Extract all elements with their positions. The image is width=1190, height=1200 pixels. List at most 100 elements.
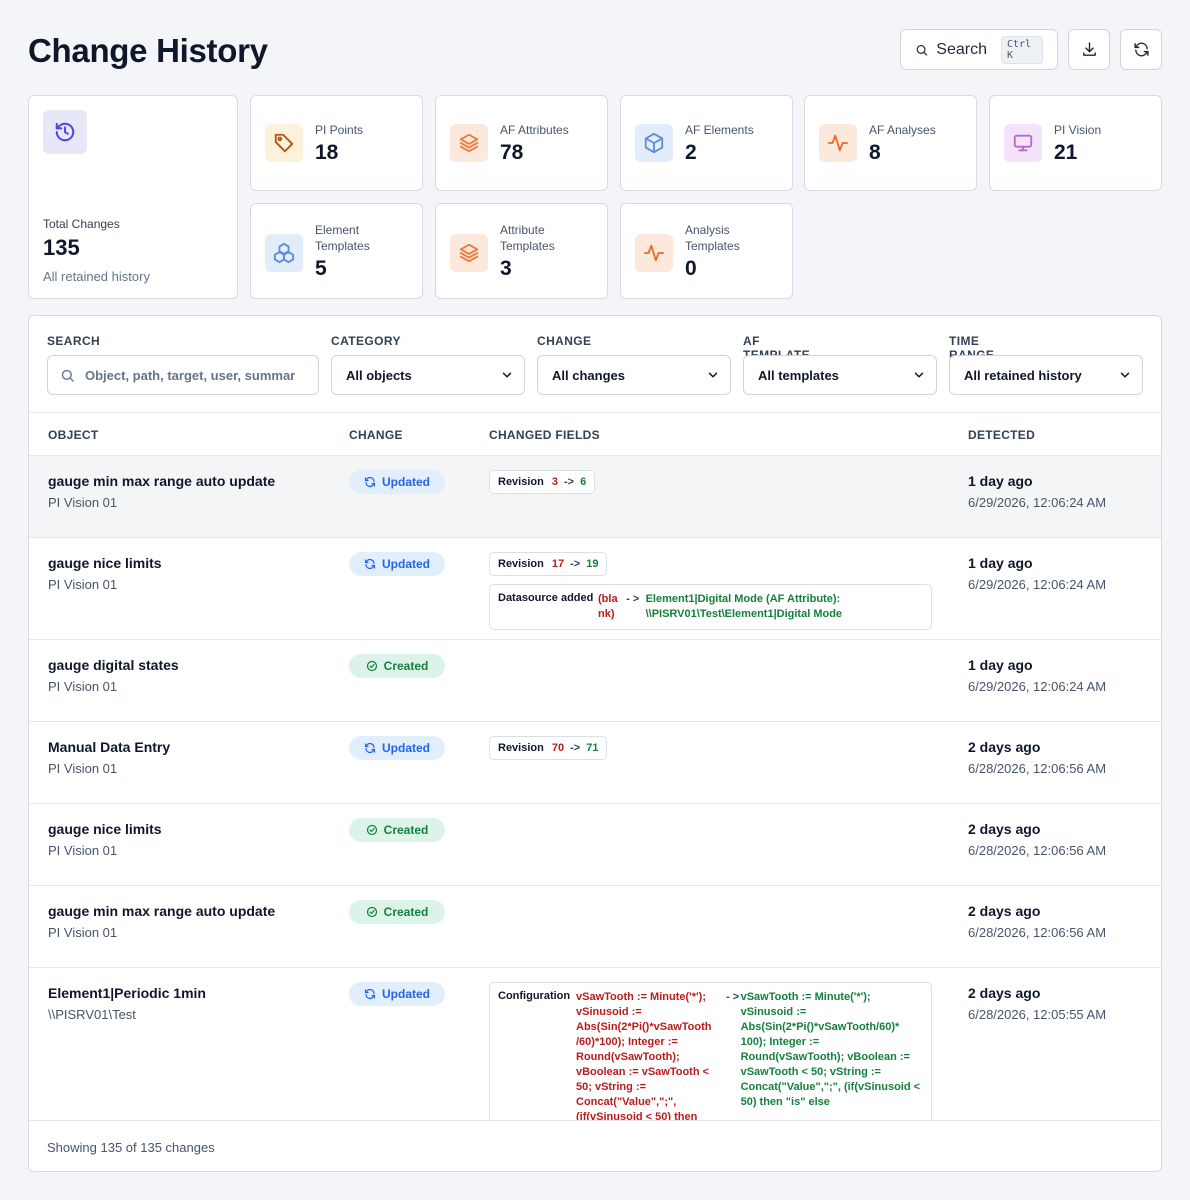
table-row[interactable]: gauge nice limits PI Vision 01 Created 2 da… (29, 804, 1161, 886)
download-button[interactable] (1068, 29, 1110, 70)
detected-timestamp: 6/29/2026, 12:06:24 AM (968, 577, 1107, 592)
change-badge: Created (349, 818, 445, 842)
total-changes-card: Total Changes 135 All retained history (28, 95, 238, 299)
stat-value: 18 (315, 141, 339, 164)
refresh-icon (364, 477, 376, 487)
object-name[interactable]: gauge min max range auto update (48, 473, 275, 489)
results-count: Showing 135 of 135 changes (47, 1139, 215, 1155)
detected-relative: 2 days ago (968, 821, 1041, 837)
stat-card-attribute-templates[interactable]: Attribute Templates 3 (435, 203, 608, 299)
stat-value: 3 (500, 257, 512, 280)
detected-timestamp: 6/28/2026, 12:06:56 AM (968, 925, 1107, 940)
stat-text: Attribute Templates 3 (500, 222, 590, 281)
total-changes-sub: All retained history (43, 269, 150, 284)
detected-relative: 2 days ago (968, 985, 1041, 1001)
change-badge: Updated (349, 470, 445, 494)
template-select[interactable]: All templates (743, 355, 937, 395)
stat-text: AF Elements 2 (685, 122, 754, 165)
cubes-icon (265, 234, 303, 272)
detected-relative: 1 day ago (968, 473, 1033, 489)
history-icon (43, 110, 87, 154)
table-row[interactable]: gauge digital states PI Vision 01 Created 1… (29, 640, 1161, 722)
search-filter: SEARCH (47, 334, 319, 395)
download-icon (1082, 42, 1096, 56)
pulse-icon (635, 234, 673, 272)
refresh-icon (364, 989, 376, 999)
change-select[interactable]: All changes (537, 355, 731, 395)
change-badge: Created (349, 900, 445, 924)
search-filter-label: SEARCH (47, 334, 101, 348)
chevron-down-icon (708, 372, 718, 378)
chevron-down-icon (914, 372, 924, 378)
datasource-chip: Datasource added (bla nk) - > Element1|D… (489, 584, 932, 630)
object-name[interactable]: gauge nice limits (48, 555, 162, 571)
stat-label: AF Attributes (500, 123, 569, 137)
chevron-down-icon (1120, 372, 1130, 378)
stat-card-element-templates[interactable]: Element Templates 5 (250, 203, 423, 299)
changed-field-chip: Revision 70 -> 71 (489, 736, 608, 760)
table-footer: Showing 135 of 135 changes (29, 1120, 1161, 1171)
detected-relative: 2 days ago (968, 739, 1041, 755)
stat-card-pi-vision[interactable]: PI Vision 21 (989, 95, 1162, 191)
stat-text: Analysis Templates 0 (685, 222, 775, 281)
change-badge: Updated (349, 552, 445, 576)
monitor-icon (1004, 124, 1042, 162)
detected-relative: 1 day ago (968, 555, 1033, 571)
search-input[interactable] (85, 367, 295, 383)
detected-relative: 2 days ago (968, 903, 1041, 919)
object-name[interactable]: Manual Data Entry (48, 739, 170, 755)
detected-timestamp: 6/29/2026, 12:06:24 AM (968, 679, 1107, 694)
page-title: Change History (28, 32, 268, 69)
stat-card-af-analyses[interactable]: AF Analyses 8 (804, 95, 977, 191)
refresh-icon (1133, 42, 1149, 57)
column-object[interactable]: OBJECT (48, 428, 98, 442)
time-range-select[interactable]: All retained history (949, 355, 1143, 395)
layers-icon (450, 124, 488, 162)
stat-label: AF Elements (685, 123, 754, 137)
search-shortcut: Ctrl K (1001, 35, 1043, 64)
change-badge: Updated (349, 736, 445, 760)
object-name[interactable]: gauge digital states (48, 657, 179, 673)
check-circle-icon (366, 660, 377, 672)
object-path: PI Vision 01 (48, 761, 118, 776)
object-name[interactable]: Element1|Periodic 1min (48, 985, 206, 1001)
detected-timestamp: 6/29/2026, 12:06:24 AM (968, 495, 1107, 510)
detected-timestamp: 6/28/2026, 12:05:55 AM (968, 1007, 1107, 1022)
pulse-icon (819, 124, 857, 162)
search-field[interactable] (47, 355, 319, 395)
changed-field-chip: Revision 3 -> 6 (489, 470, 596, 494)
stat-card-analysis-templates[interactable]: Analysis Templates 0 (620, 203, 793, 299)
global-search-button[interactable]: Search Ctrl K (900, 29, 1058, 70)
stat-text: PI Points 18 (315, 122, 363, 165)
search-button-label: Search (936, 40, 987, 58)
detected-timestamp: 6/28/2026, 12:06:56 AM (968, 843, 1107, 858)
category-select[interactable]: All objects (331, 355, 525, 395)
stat-card-pi-points[interactable]: PI Points 18 (250, 95, 423, 191)
refresh-button[interactable] (1120, 29, 1162, 70)
total-changes-label: Total Changes (43, 217, 120, 231)
stat-label: Element Templates (315, 223, 370, 253)
check-circle-icon (366, 824, 377, 836)
changed-field-chip: Revision 17 -> 19 (489, 552, 608, 576)
category-filter-label: CATEGORY (331, 334, 401, 348)
check-circle-icon (366, 906, 377, 918)
table-row[interactable]: gauge nice limits PI Vision 01 Updated Revi… (29, 538, 1161, 640)
table-row[interactable]: gauge min max range auto update PI Vision… (29, 886, 1161, 968)
table-row[interactable]: Manual Data Entry PI Vision 01 Updated Revi… (29, 722, 1161, 804)
stat-card-af-attributes[interactable]: AF Attributes 78 (435, 95, 608, 191)
stat-value: 2 (685, 141, 697, 164)
time-filter-label: TIME RANGE (949, 334, 994, 362)
changes-panel: SEARCH CATEGORY All objects CHANGE All c… (28, 315, 1162, 1172)
cube-icon (635, 124, 673, 162)
change-filter-label: CHANGE (537, 334, 592, 348)
table-row[interactable]: gauge min max range auto update PI Vision… (29, 456, 1161, 538)
column-detected[interactable]: DETECTED (968, 428, 1035, 442)
top-actions: Search Ctrl K (900, 29, 1162, 70)
stat-card-af-elements[interactable]: AF Elements 2 (620, 95, 793, 191)
object-path: PI Vision 01 (48, 679, 118, 694)
column-changed-fields[interactable]: CHANGED FIELDS (489, 428, 600, 442)
object-name[interactable]: gauge nice limits (48, 821, 162, 837)
table-row[interactable]: Element1|Periodic 1min \\PISRV01\Test Upda… (29, 968, 1161, 1120)
object-name[interactable]: gauge min max range auto update (48, 903, 275, 919)
column-change[interactable]: CHANGE (349, 428, 403, 442)
